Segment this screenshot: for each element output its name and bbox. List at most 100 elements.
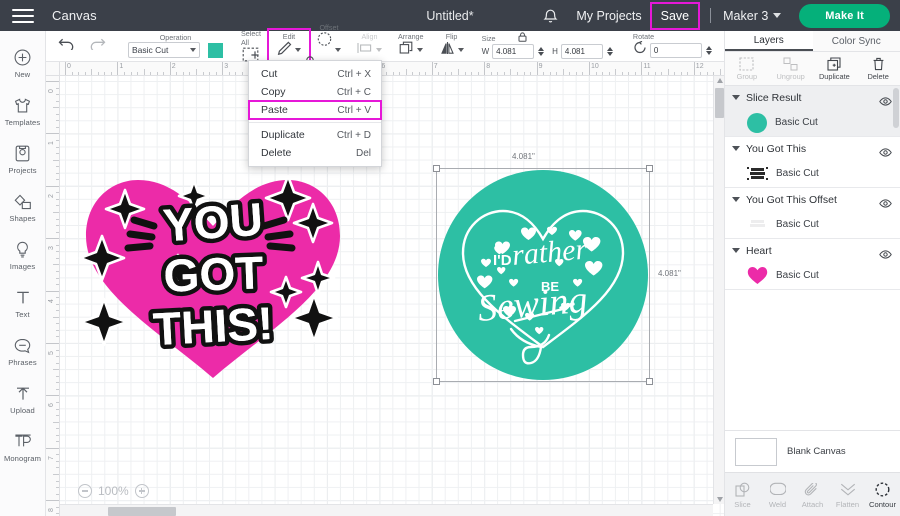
delete-button[interactable]: Delete [856,56,900,81]
resize-handle-top-right[interactable] [646,165,653,172]
context-menu-item-duplicate[interactable]: Duplicate Ctrl + D [249,126,381,144]
sidebar-item-monogram[interactable]: Monogram [0,423,46,471]
sidebar-item-text[interactable]: Text [0,279,46,327]
tab-layers[interactable]: Layers [725,31,813,51]
group-button[interactable]: Group [725,56,769,81]
layer-child-row[interactable]: Basic Cut [725,262,900,289]
you-got-this-heart-artwork[interactable]: YOU GOT THIS! YOU GOT THIS! [68,156,358,386]
layer-group-heart[interactable]: Heart Basic Cut [725,239,900,290]
width-stepper[interactable] [538,47,545,56]
resize-handle-top-left[interactable] [433,165,440,172]
height-stepper[interactable] [606,47,613,56]
layer-header[interactable]: You Got This [725,137,900,160]
blank-canvas-row[interactable]: Blank Canvas [725,430,900,472]
canvas-grid[interactable]: YOU GOT THIS! YOU GOT THIS! I'D rather B… [60,76,724,516]
resize-handle-bottom-right[interactable] [646,378,653,385]
layer-child-row[interactable]: Basic Cut [725,109,900,136]
scroll-down-arrow-icon[interactable] [716,497,723,502]
flatten-button[interactable]: Flatten [830,481,865,509]
sidebar-item-shapes[interactable]: Shapes [0,183,46,231]
layer-group-you-got-this-offset[interactable]: You Got This Offset Basic Cut [725,188,900,239]
undo-arrow-icon[interactable] [58,37,75,55]
slice-button[interactable]: Slice [725,481,760,509]
machine-selector[interactable]: Maker 3 [723,9,782,23]
ruler-tick-v: 7 [48,455,55,460]
sidebar-item-templates[interactable]: Templates [0,87,46,135]
canvas-horizontal-scrollbar[interactable] [60,504,713,516]
vertical-scroll-thumb[interactable] [715,88,724,118]
layer-group-you-got-this[interactable]: You Got This Basic Cut [725,137,900,188]
operation-select[interactable]: Basic Cut [128,42,200,58]
layer-group-slice-result[interactable]: Slice Result Basic Cut [725,86,900,137]
align-button[interactable]: Align [349,30,390,61]
weld-button[interactable]: Weld [760,481,795,509]
attach-button[interactable]: Attach [795,481,830,509]
eye-icon[interactable] [879,246,892,259]
notification-bell-icon[interactable] [538,4,562,28]
ungroup-button[interactable]: Ungroup [769,56,813,81]
resize-handle-bottom-left[interactable] [433,378,440,385]
ruler-minor-tick [55,126,59,128]
eye-icon[interactable] [879,195,892,208]
canvas-vertical-scrollbar[interactable] [713,76,724,504]
operation-color-swatch[interactable] [208,42,223,58]
context-menu-item-paste[interactable]: Paste Ctrl + V [248,100,382,120]
eye-icon[interactable] [879,144,892,157]
rotate-icon[interactable] [633,40,647,59]
layer-header[interactable]: Heart [725,239,900,262]
tab-color-sync[interactable]: Color Sync [813,31,900,51]
sidebar-item-upload[interactable]: Upload [0,375,46,423]
arrange-controls[interactable] [399,41,423,60]
width-input[interactable]: 4.081 [492,44,535,59]
rotate-input[interactable]: 0 [649,42,702,58]
my-projects-button[interactable]: My Projects [576,9,641,23]
horizontal-scroll-thumb[interactable] [108,506,176,516]
edit-controls[interactable] [277,41,301,60]
select-all-group[interactable]: Select All [233,29,269,62]
rotate-stepper[interactable] [705,45,712,55]
sidebar-item-phrases[interactable]: Phrases [0,327,46,375]
design-canvas-area[interactable]: 012345678910111213 012345678 [46,62,724,516]
context-menu-item-delete[interactable]: Delete Del [249,144,381,162]
chevron-down-icon [294,48,301,52]
lock-icon[interactable] [518,32,527,44]
context-menu-item-copy[interactable]: Copy Ctrl + C [249,83,381,101]
zoom-out-icon[interactable] [78,484,92,498]
chevron-down-icon[interactable] [732,248,740,253]
ruler-minor-tick [104,71,106,75]
layer-header[interactable]: You Got This Offset [725,188,900,211]
sidebar-item-projects[interactable]: Projects [0,135,46,183]
layer-child-row[interactable]: Basic Cut [725,211,900,238]
chevron-down-icon[interactable] [732,95,740,100]
ruler-minor-tick [55,257,59,259]
layer-header[interactable]: Slice Result [725,86,900,109]
edit-menu-button[interactable]: Edit [266,28,311,63]
eye-icon[interactable] [879,93,892,106]
flip-controls[interactable] [440,41,464,60]
layers-scroll-thumb[interactable] [893,88,899,128]
redo-arrow-icon[interactable] [89,37,106,55]
make-it-button[interactable]: Make It [799,3,890,28]
layers-scrollbar[interactable] [893,88,899,428]
layer-child-row[interactable]: Basic Cut [725,160,900,187]
layers-list[interactable]: Slice Result Basic Cut You Got This Basi… [725,86,900,430]
group-label: Group [736,72,758,81]
chevron-down-icon[interactable] [732,146,740,151]
ruler-major-tick [65,62,66,75]
ruler-minor-tick [110,71,112,75]
offset-button[interactable]: Offset [306,23,349,64]
contour-button[interactable]: Contour [865,481,900,509]
sidebar-item-images[interactable]: Images [0,231,46,279]
hamburger-menu-icon[interactable] [12,8,34,23]
arrange-button[interactable]: Arrange [390,30,432,61]
duplicate-button[interactable]: Duplicate [813,56,857,81]
zoom-in-icon[interactable] [134,484,149,498]
save-button[interactable]: Save [649,1,701,30]
context-menu-item-cut[interactable]: Cut Ctrl + X [249,65,381,83]
align-controls[interactable] [357,41,382,59]
sidebar-item-new[interactable]: New [0,39,46,87]
height-input[interactable]: 4.081 [560,44,603,59]
scroll-up-arrow-icon[interactable] [716,78,723,83]
flip-button[interactable]: Flip [432,30,472,61]
chevron-down-icon[interactable] [732,197,740,202]
